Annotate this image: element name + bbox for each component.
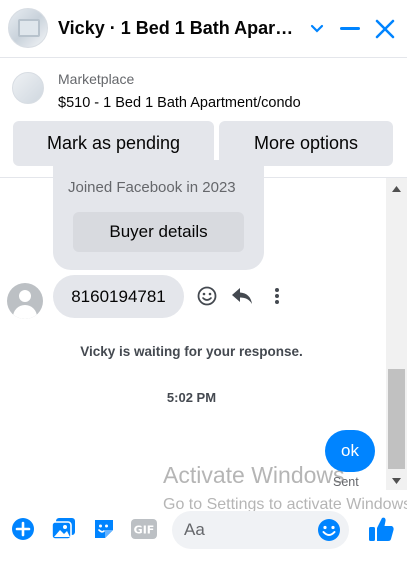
close-icon[interactable] <box>372 16 398 42</box>
header-divider <box>0 57 407 58</box>
react-icon[interactable] <box>195 284 219 308</box>
activate-windows-watermark: Activate Windows <box>163 462 345 488</box>
message-input-placeholder: Aa <box>184 520 205 539</box>
like-icon[interactable] <box>366 514 396 544</box>
chat-divider <box>0 177 407 178</box>
listing-thumbnail[interactable] <box>12 72 44 104</box>
buyer-details-button[interactable]: Buyer details <box>73 212 244 252</box>
conversation-avatar[interactable] <box>8 8 48 48</box>
gif-icon[interactable]: GIF <box>130 516 158 542</box>
avatar[interactable] <box>7 283 43 319</box>
add-icon[interactable] <box>10 516 36 542</box>
scroll-up-arrow-icon[interactable] <box>389 183 404 195</box>
emoji-icon[interactable] <box>316 517 342 543</box>
conversation-title[interactable]: Vicky · 1 Bed 1 Bath Apart… <box>58 18 298 39</box>
scrollbar-thumb[interactable] <box>388 369 405 469</box>
photo-icon[interactable] <box>51 516 77 542</box>
marketplace-label: Marketplace <box>58 71 135 87</box>
incoming-message[interactable]: 8160194781 <box>53 275 184 318</box>
scroll-down-arrow-icon[interactable] <box>389 475 404 487</box>
joined-facebook-text: Joined Facebook in 2023 <box>68 179 236 196</box>
more-actions-icon[interactable] <box>265 284 289 308</box>
listing-title[interactable]: $510 - 1 Bed 1 Bath Apartment/condo <box>58 95 301 111</box>
waiting-notice: Vicky is waiting for your response. <box>80 344 303 359</box>
message-timestamp: 5:02 PM <box>166 390 217 405</box>
sticker-icon[interactable] <box>91 516 117 542</box>
chevron-down-icon[interactable] <box>304 16 330 42</box>
gif-label: GIF <box>134 524 155 537</box>
reply-icon[interactable] <box>230 284 254 308</box>
minimize-icon[interactable] <box>337 16 363 42</box>
